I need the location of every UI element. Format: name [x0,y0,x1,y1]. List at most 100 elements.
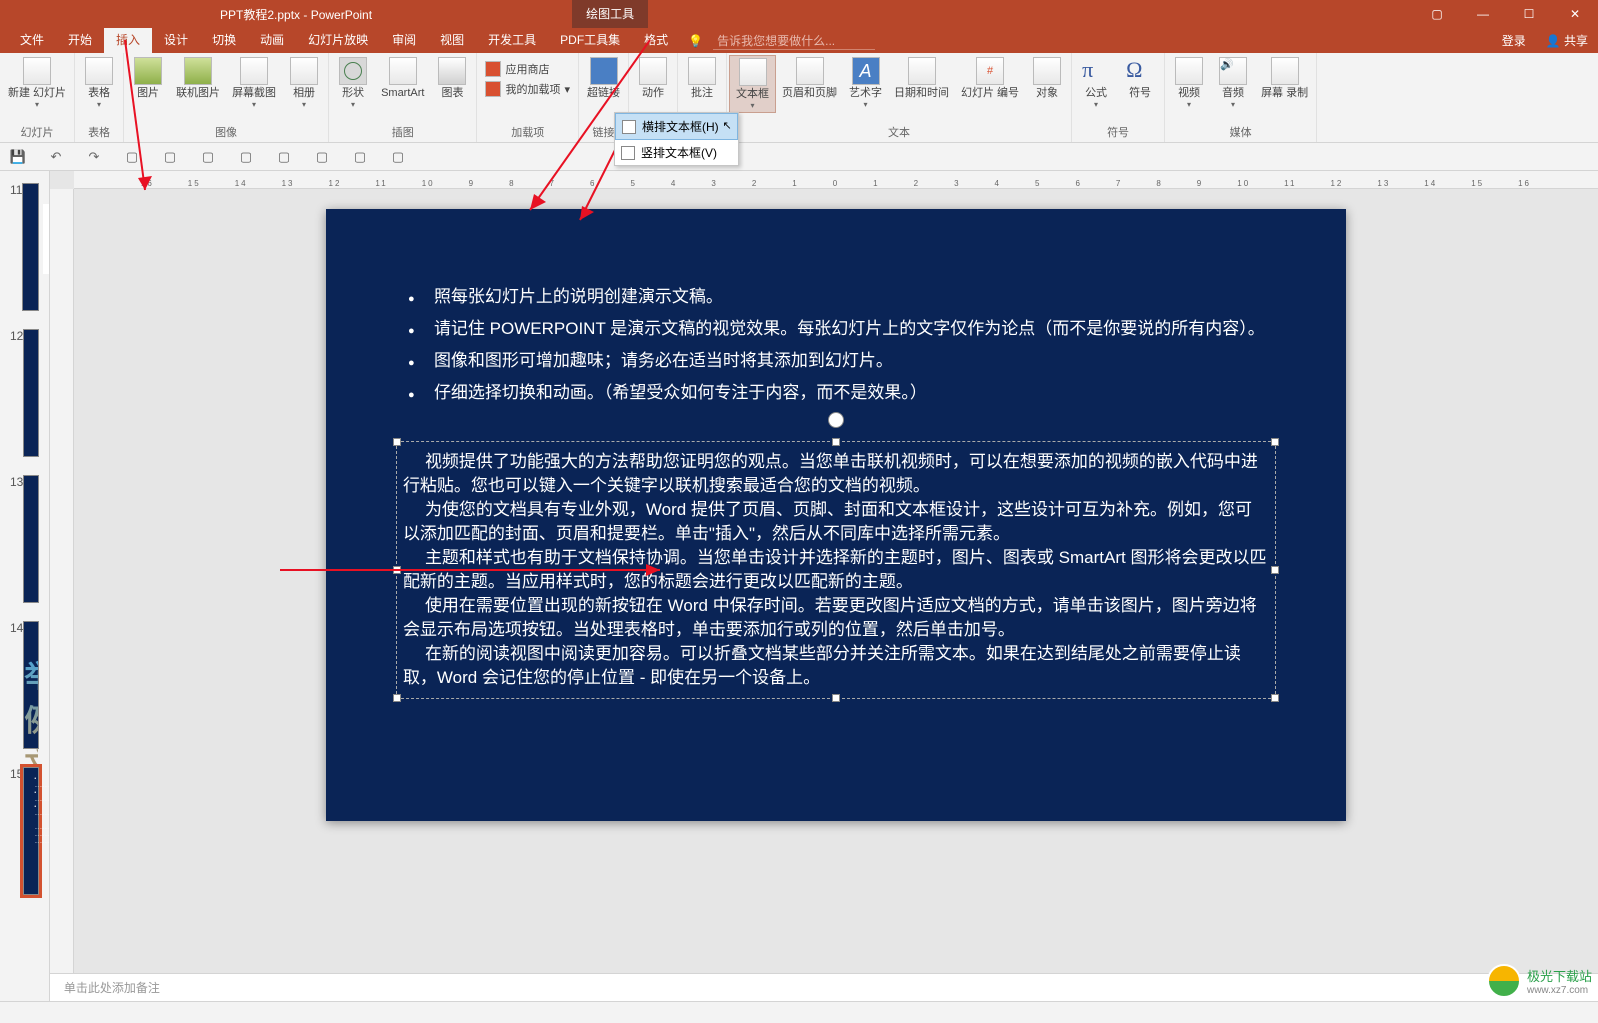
slide-thumb-11[interactable] [22,183,38,311]
tab-slideshow[interactable]: 幻灯片放映 [296,28,380,53]
textbox-paragraph: 主题和样式也有助于文档保持协调。当您单击设计并选择新的主题时，图片、图表或 Sm… [397,546,1275,594]
qat-icon[interactable]: ▢ [352,149,368,165]
my-addins-button[interactable]: 我的加载项 ▾ [479,79,576,99]
symbol-button[interactable]: Ω符号 [1118,55,1162,111]
audio-button[interactable]: 🔊音频▾ [1211,55,1255,111]
login-link[interactable]: 登录 [1492,32,1536,49]
datetime-button[interactable]: 日期和时间 [888,55,955,113]
resize-handle[interactable] [393,694,401,702]
redo-icon[interactable]: ↷ [86,149,102,165]
header-footer-button[interactable]: 页眉和页脚 [776,55,843,113]
watermark-name: 极光下载站 [1527,966,1592,985]
slide-number-button[interactable]: #幻灯片 编号 [955,55,1025,113]
quick-access-toolbar: 💾 ↶ ↷ ▢ ▢ ▢ ▢ ▢ ▢ ▢ ▢ [0,143,1598,171]
bullet-item: 请记住 POWERPOINT 是演示文稿的视觉效果。每张幻灯片上的文字仅作为论点… [408,315,1286,343]
tab-view[interactable]: 视图 [428,28,476,53]
hyperlink-button[interactable]: 超链接 [581,55,626,102]
group-text-label: 文本 [729,122,1069,142]
resize-handle[interactable] [393,438,401,446]
object-button[interactable]: 对象 [1025,55,1069,113]
vertical-ruler [50,189,74,973]
title-bar: PPT教程2.pptx - PowerPoint 绘图工具 ▢ — ☐ ✕ [0,0,1598,28]
tab-format[interactable]: 格式 [632,28,680,53]
store-button[interactable]: 应用商店 [479,59,576,79]
vertical-textbox-item[interactable]: 竖排文本框(V) [615,140,738,165]
tab-design[interactable]: 设计 [152,28,200,53]
minimize-button[interactable]: — [1460,0,1506,28]
group-media-label: 媒体 [1167,122,1314,142]
picture-button[interactable]: 图片 [126,55,170,111]
tab-home[interactable]: 开始 [56,28,104,53]
watermark-logo-icon [1487,964,1521,998]
shapes-button[interactable]: 形状▾ [331,55,375,111]
ribbon: 新建 幻灯片▾ 幻灯片 表格▾ 表格 图片 联机图片 屏幕截图▾ 相册▾ 图像 … [0,53,1598,143]
wordart-button[interactable]: A艺术字▾ [843,55,888,113]
lightbulb-icon: 💡 [688,34,703,48]
resize-handle[interactable] [1271,566,1279,574]
equation-button[interactable]: π公式▾ [1074,55,1118,111]
qat-icon[interactable]: ▢ [276,149,292,165]
current-slide[interactable]: 照每张幻灯片上的说明创建演示文稿。 请记住 POWERPOINT 是演示文稿的视… [326,209,1346,821]
slide-stage[interactable]: 照每张幻灯片上的说明创建演示文稿。 请记住 POWERPOINT 是演示文稿的视… [74,189,1598,973]
selected-textbox[interactable]: ⟳ 视频提供了功能强大的方法帮助您证明您的观点。当您单击联机视频时，可以在想要添… [396,441,1276,699]
qat-icon[interactable]: ▢ [124,149,140,165]
textbox-paragraph: 使用在需要位置出现的新按钮在 Word 中保存时间。若要更改图片适应文档的方式，… [397,594,1275,642]
group-illustrations-label: 插图 [331,122,474,142]
save-icon[interactable]: 💾 [10,149,26,165]
tab-file[interactable]: 文件 [8,28,56,53]
new-slide-button[interactable]: 新建 幻灯片▾ [2,55,72,111]
resize-handle[interactable] [1271,694,1279,702]
cursor-icon: ↖ [722,119,731,132]
qat-icon[interactable]: ▢ [162,149,178,165]
chart-button[interactable]: 图表 [430,55,474,111]
notes-pane[interactable]: 单击此处添加备注 [50,973,1598,1001]
ribbon-tabs: 文件 开始 插入 设计 切换 动画 幻灯片放映 审阅 视图 开发工具 PDF工具… [0,28,1598,53]
resize-handle[interactable] [832,438,840,446]
table-button[interactable]: 表格▾ [77,55,121,111]
qat-icon[interactable]: ▢ [390,149,406,165]
close-button[interactable]: ✕ [1552,0,1598,28]
screen-recording-button[interactable]: 屏幕 录制 [1255,55,1314,111]
video-button[interactable]: 视频▾ [1167,55,1211,111]
smartart-button[interactable]: SmartArt [375,55,430,111]
online-picture-button[interactable]: 联机图片 [170,55,226,111]
action-button[interactable]: 动作 [631,55,675,102]
maximize-button[interactable]: ☐ [1506,0,1552,28]
comment-button[interactable]: 批注 [680,55,724,102]
bullet-item: 照每张幻灯片上的说明创建演示文稿。 [408,283,1286,311]
watermark: 极光下载站 www.xz7.com [1487,964,1592,998]
share-button[interactable]: 👤 共享 [1536,32,1598,49]
slide-thumb-13[interactable] [23,475,39,603]
ribbon-options-icon[interactable]: ▢ [1414,0,1460,28]
resize-handle[interactable] [393,566,401,574]
tab-pdf[interactable]: PDF工具集 [548,28,632,53]
slide-thumb-15[interactable]: • ………………………………• ………………………………• …………………………… [23,767,39,895]
tab-insert[interactable]: 插入 [104,28,152,53]
undo-icon[interactable]: ↶ [48,149,64,165]
resize-handle[interactable] [832,694,840,702]
group-images-label: 图像 [126,122,326,142]
screenshot-button[interactable]: 屏幕截图▾ [226,55,282,111]
tab-animation[interactable]: 动画 [248,28,296,53]
thumb-number: 14 [10,621,23,749]
contextual-tab-label: 绘图工具 [572,0,648,28]
tab-developer[interactable]: 开发工具 [476,28,548,53]
resize-handle[interactable] [1271,438,1279,446]
tab-transition[interactable]: 切换 [200,28,248,53]
tell-me-input[interactable]: 告诉我您想要做什么... [713,32,875,50]
tab-review[interactable]: 审阅 [380,28,428,53]
qat-icon[interactable]: ▢ [314,149,330,165]
thumb-number: 11 [10,183,22,311]
qat-icon[interactable]: ▢ [238,149,254,165]
slide-thumb-14[interactable]: 举例文字 [23,621,39,749]
rotate-handle[interactable]: ⟳ [828,412,844,428]
textbox-paragraph: 在新的阅读视图中阅读更加容易。可以折叠文档某些部分并关注所需文本。如果在达到结尾… [397,642,1275,690]
horizontal-textbox-item[interactable]: 横排文本框(H) [615,113,738,140]
thumb-number: 12 [10,329,23,457]
slide-thumb-12[interactable] [23,329,39,457]
slide-thumbnails-panel[interactable]: 11 12 13 14 举例文字 15 • ………………………………• …………… [0,171,50,1001]
textbox-button[interactable]: 文本框▾ [729,55,776,113]
album-button[interactable]: 相册▾ [282,55,326,111]
horizontal-ruler: 1615141312111098765432101234567891011121… [74,171,1598,189]
qat-icon[interactable]: ▢ [200,149,216,165]
